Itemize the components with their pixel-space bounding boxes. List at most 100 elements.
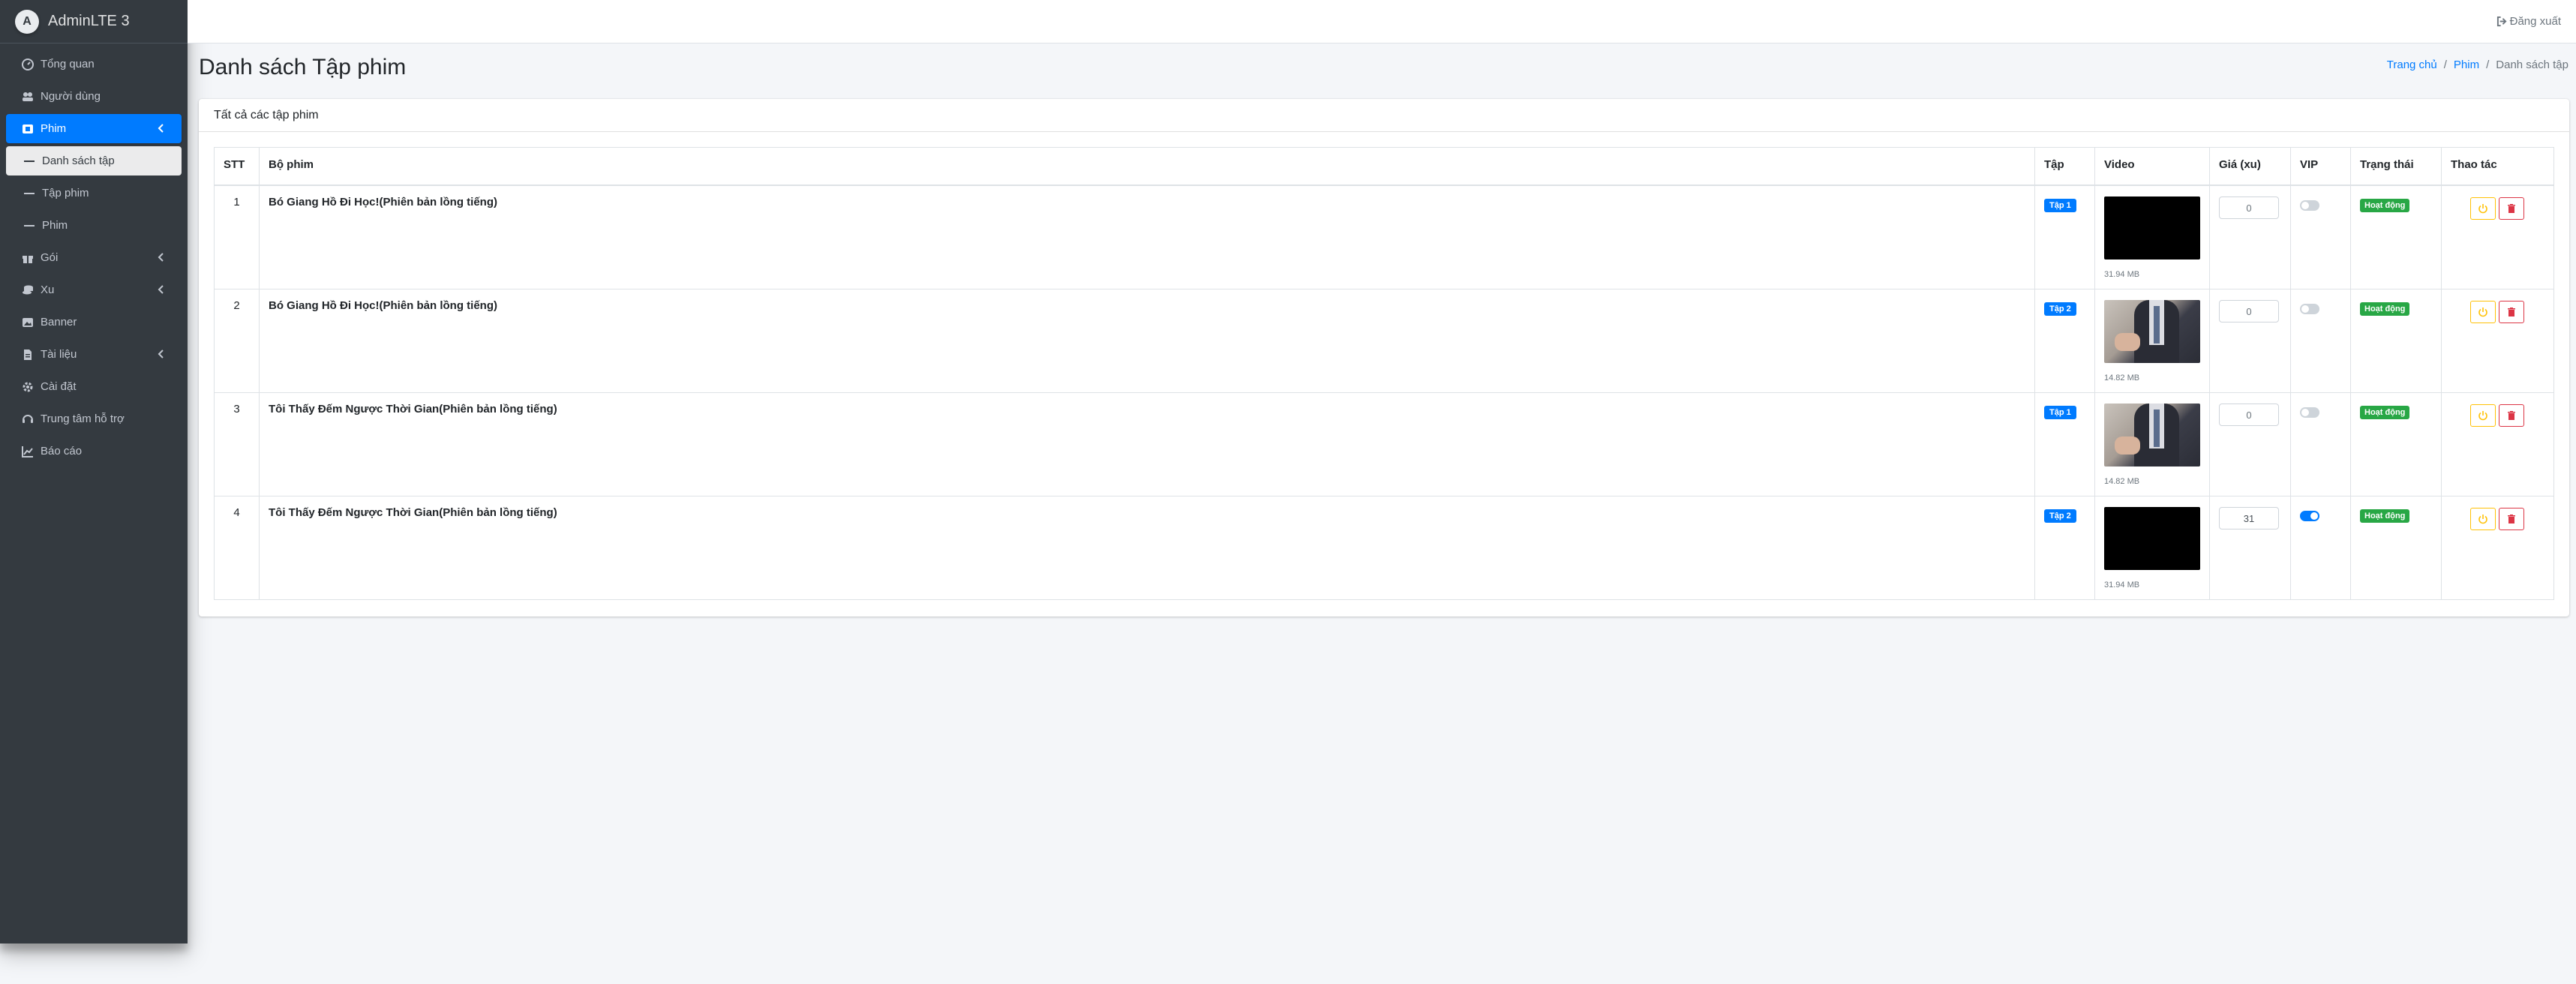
vip-toggle[interactable]	[2300, 510, 2319, 521]
sidebar-item-users[interactable]: Người dùng	[6, 82, 182, 111]
breadcrumb-separator: /	[2486, 58, 2490, 71]
delete-button[interactable]	[2499, 404, 2524, 427]
sidebar-item-movies[interactable]: Phim	[6, 211, 182, 240]
power-icon	[2478, 307, 2487, 316]
sidebar-item-label: Tập phim	[42, 187, 89, 200]
film-icon	[21, 122, 35, 136]
vip-toggle[interactable]	[2300, 303, 2319, 314]
video-thumbnail[interactable]	[2104, 403, 2200, 466]
episode-badge: Tập 2	[2044, 302, 2076, 316]
toggle-status-button[interactable]	[2470, 404, 2496, 427]
sidebar-item-label: Phim	[41, 122, 67, 135]
trash-icon	[2508, 410, 2515, 420]
table-row: 2 Bó Giang Hồ Đi Học!(Phiên bản lồng tiế…	[214, 288, 2554, 393]
chevron-left-icon	[158, 253, 164, 262]
table-row: 4 Tôi Thấy Đếm Ngược Thời Gian(Phiên bản…	[214, 495, 2554, 600]
vip-toggle[interactable]	[2300, 406, 2319, 418]
breadcrumb: Trang chủ / Phim / Danh sách tập	[2387, 58, 2568, 71]
sidebar-item-label: Cài đặt	[41, 380, 77, 393]
sidebar-item-packages[interactable]: Gói	[6, 243, 182, 272]
row-index: 4	[214, 495, 260, 600]
price-input[interactable]: 0	[2219, 299, 2279, 322]
breadcrumb-home[interactable]: Trang chủ	[2387, 58, 2437, 71]
chart-icon	[21, 445, 35, 458]
trash-icon	[2508, 514, 2515, 524]
column-header: VIP	[2290, 147, 2351, 186]
video-size: 14.82 MB	[2104, 476, 2140, 486]
price-input[interactable]: 31	[2219, 506, 2279, 530]
price-input[interactable]: 0	[2219, 196, 2279, 219]
sidebar-item-dashboard[interactable]: Tổng quan	[6, 50, 182, 79]
logout-button[interactable]: Đăng xuất	[2496, 15, 2561, 28]
table-header-row: STT Bộ phim Tập Video Giá (xu) VIP Trạng…	[214, 147, 2554, 186]
sidebar-item-episode-list[interactable]: Danh sách tập	[6, 146, 182, 176]
sidebar-item-label: Người dùng	[41, 90, 101, 103]
sidebar-item-label: Phim	[42, 219, 68, 232]
column-header: Tập	[2034, 147, 2095, 186]
sidebar: A AdminLTE 3 Tổng quan Người dùng Phim D…	[0, 0, 188, 944]
topbar: Đăng xuất	[188, 0, 2576, 44]
sidebar-item-label: Banner	[41, 316, 77, 328]
gear-icon	[21, 380, 35, 394]
series-name: Bó Giang Hồ Đi Học!(Phiên bản lồng tiếng…	[259, 184, 2035, 290]
video-thumbnail[interactable]	[2104, 196, 2200, 260]
delete-button[interactable]	[2499, 300, 2524, 323]
chevron-left-icon	[158, 285, 164, 294]
column-header: Trạng thái	[2350, 147, 2442, 186]
dash-icon	[24, 160, 35, 162]
image-icon	[21, 316, 35, 329]
status-badge: Hoạt động	[2360, 198, 2410, 212]
row-index: 1	[214, 184, 260, 290]
series-name: Bó Giang Hồ Đi Học!(Phiên bản lồng tiếng…	[259, 288, 2035, 393]
sidebar-item-film[interactable]: Phim	[6, 114, 182, 143]
sidebar-item-label: Xu	[41, 284, 55, 296]
toggle-status-button[interactable]	[2470, 196, 2496, 220]
video-size: 31.94 MB	[2104, 269, 2140, 279]
table-row: 1 Bó Giang Hồ Đi Học!(Phiên bản lồng tiế…	[214, 184, 2554, 290]
video-thumbnail[interactable]	[2104, 506, 2200, 570]
power-icon	[2478, 203, 2487, 213]
chevron-left-icon	[158, 350, 164, 358]
episodes-card: Tất cả các tập phim STT Bộ phim Tập Vide…	[199, 99, 2569, 616]
sidebar-item-label: Tổng quan	[41, 58, 95, 70]
sidebar-item-documents[interactable]: Tài liệu	[6, 340, 182, 369]
power-icon	[2478, 410, 2487, 420]
dash-icon	[24, 224, 35, 226]
coins-icon	[21, 284, 35, 297]
dashboard-icon	[21, 58, 35, 71]
delete-button[interactable]	[2499, 196, 2524, 220]
file-icon	[21, 348, 35, 362]
headset-icon	[21, 412, 35, 426]
sign-out-icon	[2496, 16, 2507, 27]
row-index: 3	[214, 392, 260, 496]
video-size: 31.94 MB	[2104, 580, 2140, 590]
column-header: STT	[214, 147, 260, 186]
status-badge: Hoạt động	[2360, 302, 2410, 316]
price-input[interactable]: 0	[2219, 403, 2279, 426]
sidebar-item-coins[interactable]: Xu	[6, 275, 182, 304]
row-index: 2	[214, 288, 260, 393]
column-header: Video	[2094, 147, 2210, 186]
brand-link[interactable]: A AdminLTE 3	[0, 0, 188, 44]
vip-toggle[interactable]	[2300, 200, 2319, 211]
sidebar-nav: Tổng quan Người dùng Phim Danh sách tập …	[0, 44, 188, 466]
sidebar-item-label: Danh sách tập	[42, 154, 115, 167]
breadcrumb-separator: /	[2443, 58, 2447, 71]
video-thumbnail[interactable]	[2104, 299, 2200, 363]
sidebar-item-label: Trung tâm hỗ trợ	[41, 412, 125, 425]
sidebar-item-reports[interactable]: Báo cáo	[6, 436, 182, 466]
episode-badge: Tập 1	[2044, 405, 2076, 419]
sidebar-item-banner[interactable]: Banner	[6, 308, 182, 337]
delete-button[interactable]	[2499, 507, 2524, 530]
breadcrumb-film[interactable]: Phim	[2454, 58, 2479, 71]
toggle-status-button[interactable]	[2470, 507, 2496, 530]
dash-icon	[24, 192, 35, 194]
video-size: 14.82 MB	[2104, 373, 2140, 382]
episode-badge: Tập 1	[2044, 198, 2076, 212]
sidebar-item-episodes[interactable]: Tập phim	[6, 178, 182, 208]
page-title: Danh sách Tập phim	[199, 55, 407, 80]
sidebar-item-settings[interactable]: Cài đặt	[6, 372, 182, 401]
toggle-status-button[interactable]	[2470, 300, 2496, 323]
status-badge: Hoạt động	[2360, 405, 2410, 419]
sidebar-item-support[interactable]: Trung tâm hỗ trợ	[6, 404, 182, 434]
